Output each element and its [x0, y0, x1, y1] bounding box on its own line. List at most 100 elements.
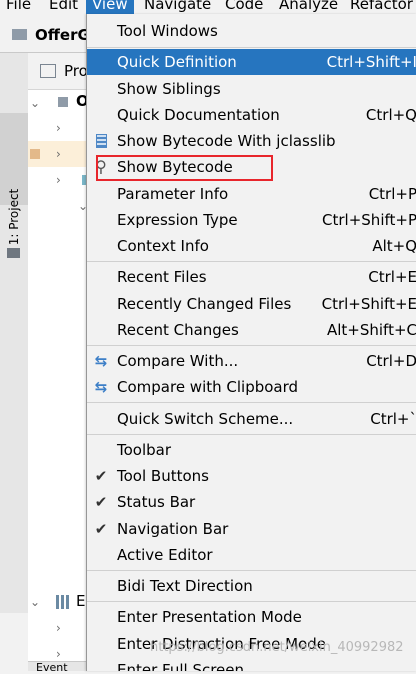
menu-item-full-screen[interactable]: Enter Full Screen [87, 657, 416, 671]
breadcrumb-project-name[interactable]: OfferG [35, 25, 90, 45]
menu-item-label: Show Siblings [117, 80, 221, 98]
menu-item-quick-documentation[interactable]: Quick Documentation Ctrl+Q [87, 102, 416, 128]
menu-code[interactable]: Code [225, 0, 263, 14]
menu-item-shortcut: Ctrl+Shift+I [326, 53, 416, 71]
compare-clipboard-icon: ⇆ [94, 378, 108, 396]
menu-item-label: Active Editor [117, 546, 213, 564]
menu-item-tool-buttons[interactable]: ✔ Tool Buttons [87, 463, 416, 489]
menu-item-presentation-mode[interactable]: Enter Presentation Mode [87, 604, 416, 630]
menu-item-tool-windows[interactable]: Tool Windows [87, 18, 416, 44]
menu-item-shortcut: Ctrl+Shift+P [322, 211, 416, 229]
menu-item-label: Compare With... [117, 352, 239, 370]
chevron-right-icon[interactable]: › [56, 621, 61, 635]
menu-item-label: Expression Type [117, 211, 238, 229]
menu-item-recent-changes[interactable]: Recent Changes Alt+Shift+C [87, 317, 416, 343]
menu-navigate[interactable]: Navigate [144, 0, 211, 14]
checkmark-icon: ✔ [94, 520, 108, 538]
menu-item-label: Toolbar [117, 441, 172, 459]
project-panel-header: Pro [28, 53, 88, 90]
menu-item-toolbar[interactable]: Toolbar [87, 437, 416, 463]
chevron-down-icon[interactable]: ⌄ [30, 96, 40, 110]
menu-item-label: Recently Changed Files [117, 295, 292, 313]
menu-item-label: Tool Windows [117, 22, 218, 40]
menu-item-label: Tool Buttons [117, 467, 209, 485]
menu-item-label: Quick Switch Scheme... [117, 410, 294, 428]
menu-item-compare-with-clipboard[interactable]: ⇆ Compare with Clipboard [87, 374, 416, 400]
menu-item-expression-type[interactable]: Expression Type Ctrl+Shift+P [87, 207, 416, 233]
menu-item-recently-changed-files[interactable]: Recently Changed Files Ctrl+Shift+E [87, 291, 416, 317]
chevron-right-icon[interactable]: › [56, 173, 61, 187]
menu-separator [87, 261, 416, 262]
libraries-icon [56, 595, 72, 609]
menu-item-label: Parameter Info [117, 185, 229, 203]
chevron-right-icon[interactable]: › [56, 647, 61, 661]
menu-item-status-bar[interactable]: ✔ Status Bar [87, 489, 416, 515]
tree-row[interactable]: › [28, 615, 88, 641]
project-view-icon[interactable] [40, 64, 56, 78]
project-panel: Pro ⌄ O › › › ⌄ ⌄ E › › [28, 53, 92, 671]
checkmark-icon: ✔ [94, 467, 108, 485]
menu-refactor[interactable]: Refactor [350, 0, 413, 14]
menu-analyze[interactable]: Analyze [279, 0, 338, 14]
chevron-right-icon[interactable]: › [56, 147, 61, 161]
menu-item-label: Status Bar [117, 493, 196, 511]
menu-item-label: Show Bytecode With jclasslib [117, 132, 336, 150]
menu-item-label: Enter Presentation Mode [117, 608, 302, 626]
tree-row[interactable]: › [28, 115, 88, 141]
menu-separator [87, 434, 416, 435]
menu-item-shortcut: Alt+Q [372, 237, 416, 255]
menu-item-show-siblings[interactable]: Show Siblings [87, 76, 416, 102]
chevron-right-icon[interactable]: › [56, 121, 61, 135]
menu-item-shortcut: Alt+Shift+C [326, 321, 416, 339]
menu-item-shortcut: Ctrl+E [368, 268, 416, 286]
menu-item-label: Bidi Text Direction [117, 577, 253, 595]
project-panel-title[interactable]: Pro [64, 61, 88, 81]
menu-item-quick-definition[interactable]: Quick Definition Ctrl+Shift+I [87, 49, 416, 75]
menu-item-navigation-bar[interactable]: ✔ Navigation Bar [87, 516, 416, 542]
bottom-tool-tab[interactable]: Event [28, 661, 88, 674]
tree-row[interactable]: ⌄ [28, 193, 88, 219]
tree-external-label: E [76, 592, 86, 610]
menu-item-shortcut: Ctrl+Shift+E [321, 295, 416, 313]
watermark: https://blog.csdn.net/weixin_40992982 [150, 640, 404, 655]
menu-item-bidi-text-direction[interactable]: Bidi Text Direction [87, 573, 416, 599]
annotation-highlight-box [96, 155, 273, 181]
tree-row-root[interactable]: ⌄ O [28, 89, 89, 115]
menu-item-label: Compare with Clipboard [117, 378, 299, 396]
checkmark-icon: ✔ [94, 493, 108, 511]
project-tool-button[interactable]: 1: Project [0, 113, 28, 258]
menu-item-active-editor[interactable]: Active Editor [87, 542, 416, 568]
tree-row-selected[interactable]: › [28, 141, 88, 167]
tool-window-strip: 1: Project [0, 53, 29, 613]
chevron-down-icon[interactable]: ⌄ [30, 595, 40, 609]
compare-arrows-icon: ⇆ [94, 352, 108, 370]
menu-item-label: Context Info [117, 237, 209, 255]
menu-separator [87, 345, 416, 346]
menu-separator [87, 601, 416, 602]
menu-edit[interactable]: Edit [49, 0, 78, 14]
menu-item-label: Quick Definition [117, 53, 237, 71]
menu-item-recent-files[interactable]: Recent Files Ctrl+E [87, 264, 416, 290]
tree-row-external[interactable]: ⌄ E [28, 589, 88, 615]
excluded-folder-icon [30, 149, 40, 159]
menu-item-compare-with[interactable]: ⇆ Compare With... Ctrl+D [87, 348, 416, 374]
folder-icon [7, 248, 20, 258]
menu-item-parameter-info[interactable]: Parameter Info Ctrl+P [87, 181, 416, 207]
menu-separator [87, 402, 416, 403]
menu-item-show-bytecode-jclasslib[interactable]: Show Bytecode With jclasslib [87, 128, 416, 154]
menu-item-shortcut: Ctrl+` [370, 410, 416, 428]
menu-separator [87, 47, 416, 48]
project-folder-icon [12, 29, 27, 40]
tree-row[interactable]: › [28, 167, 92, 193]
menu-item-label: Enter Full Screen [117, 661, 245, 671]
menu-view[interactable]: View [86, 0, 134, 14]
menu-bar: File Edit View Navigate Code Analyze Ref… [0, 0, 416, 14]
menu-file[interactable]: File [6, 0, 31, 14]
menu-item-quick-switch-scheme[interactable]: Quick Switch Scheme... Ctrl+` [87, 406, 416, 432]
menu-separator [87, 570, 416, 571]
jclasslib-icon [91, 131, 111, 151]
menu-item-context-info[interactable]: Context Info Alt+Q [87, 233, 416, 259]
menu-item-shortcut: Ctrl+P [368, 185, 416, 203]
menu-item-label: Recent Changes [117, 321, 239, 339]
menu-item-label: Navigation Bar [117, 520, 229, 538]
